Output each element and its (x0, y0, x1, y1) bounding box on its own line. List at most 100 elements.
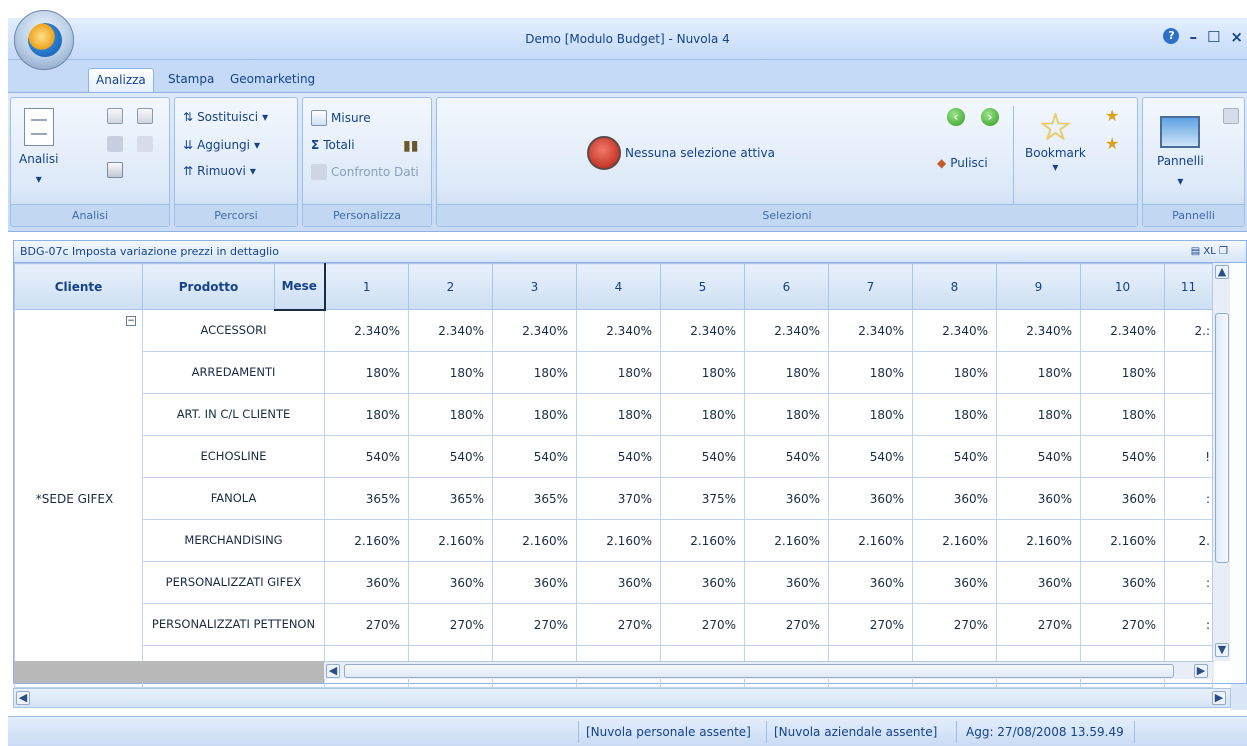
header-month-2[interactable]: 2 (408, 263, 493, 310)
header-month-5[interactable]: 5 (660, 263, 745, 310)
value-cell[interactable]: 360% (828, 561, 913, 604)
tab-analizza[interactable]: Analizza (88, 68, 154, 93)
horizontal-scroll-thumb[interactable] (344, 664, 1174, 678)
value-cell[interactable]: 360% (576, 561, 661, 604)
header-month-1[interactable]: 1 (324, 263, 409, 310)
value-cell[interactable]: 2.340% (912, 309, 997, 352)
value-cell[interactable]: 365% (408, 477, 493, 520)
manage-bookmark-icon[interactable]: ★ (1105, 134, 1119, 153)
value-cell[interactable]: 180% (324, 351, 409, 394)
pannelli-button[interactable]: Pannelli ▾ (1157, 116, 1204, 188)
scroll-left-icon[interactable]: ◀ (326, 664, 340, 678)
value-cell[interactable]: 2.340% (828, 309, 913, 352)
header-mese[interactable]: Mese (274, 263, 326, 311)
grid-horizontal-scrollbar[interactable]: ◀ ▶ (324, 661, 1214, 679)
value-cell[interactable]: 2.160% (1080, 519, 1165, 562)
value-cell[interactable]: 180% (828, 393, 913, 436)
value-cell[interactable]: 180% (744, 351, 829, 394)
outer-scroll-right-icon[interactable]: ▶ (1212, 691, 1226, 705)
value-cell[interactable]: 370% (576, 477, 661, 520)
value-cell[interactable]: 2.: (1164, 309, 1213, 352)
pulisci-button[interactable]: ◆ Pulisci (937, 156, 988, 170)
header-prodotto[interactable]: Prodotto (142, 263, 275, 310)
value-cell[interactable]: 180% (912, 393, 997, 436)
header-month-3[interactable]: 3 (492, 263, 577, 310)
tab-geomarketing[interactable]: Geomarketing (230, 72, 315, 86)
value-cell[interactable]: 360% (744, 477, 829, 520)
value-cell[interactable]: 2.340% (1080, 309, 1165, 352)
value-cell[interactable]: 180% (492, 393, 577, 436)
maximize-button[interactable]: ☐ (1207, 28, 1220, 46)
close-button[interactable]: × (1230, 28, 1243, 46)
value-cell[interactable]: 180% (660, 351, 745, 394)
grid-vertical-scrollbar[interactable]: ▲ ▼ (1212, 263, 1230, 661)
value-cell[interactable]: 180% (828, 351, 913, 394)
header-month-6[interactable]: 6 (744, 263, 829, 310)
scroll-right-icon[interactable]: ▶ (1194, 664, 1208, 678)
value-cell[interactable] (1164, 351, 1213, 394)
value-cell[interactable]: 2.160% (492, 519, 577, 562)
client-cell[interactable]: − *SEDE GIFEX (14, 309, 143, 688)
value-cell[interactable]: 270% (828, 603, 913, 646)
value-cell[interactable]: 180% (1080, 393, 1165, 436)
value-cell[interactable]: 2.160% (912, 519, 997, 562)
delete-doc-icon[interactable] (107, 108, 123, 124)
value-cell[interactable]: 2.340% (744, 309, 829, 352)
product-cell[interactable]: ART. IN C/L CLIENTE (142, 393, 325, 436)
value-cell[interactable]: 180% (324, 393, 409, 436)
analisi-button[interactable]: Analisi ▾ (19, 108, 58, 186)
back-arrow-icon[interactable]: ‹ (947, 108, 965, 126)
add-bookmark-icon[interactable]: ★ (1105, 106, 1119, 125)
value-cell[interactable]: 270% (744, 603, 829, 646)
header-month-11[interactable]: 11 (1164, 263, 1213, 310)
outer-horizontal-scrollbar[interactable]: ◀ ▶ (13, 688, 1231, 708)
totali-button[interactable]: Σ Totali (311, 138, 355, 152)
value-cell[interactable]: 180% (744, 393, 829, 436)
value-cell[interactable]: 2. (1164, 519, 1213, 562)
value-cell[interactable]: 365% (324, 477, 409, 520)
value-cell[interactable]: 270% (912, 603, 997, 646)
value-cell[interactable]: 180% (408, 351, 493, 394)
value-cell[interactable] (1164, 393, 1213, 436)
value-cell[interactable]: 540% (324, 435, 409, 478)
scroll-down-icon[interactable]: ▼ (1215, 643, 1229, 657)
aggiungi-button[interactable]: ⇊ Aggiungi ▾ (183, 138, 260, 152)
sostituisci-button[interactable]: ⇅ Sostituisci ▾ (183, 110, 268, 124)
value-cell[interactable]: 540% (660, 435, 745, 478)
rimuovi-button[interactable]: ⇈ Rimuovi ▾ (183, 164, 256, 178)
value-cell[interactable]: 360% (492, 561, 577, 604)
value-cell[interactable]: 2.340% (576, 309, 661, 352)
value-cell[interactable]: 180% (660, 393, 745, 436)
forward-arrow-icon[interactable]: › (981, 108, 999, 126)
value-cell[interactable]: 180% (912, 351, 997, 394)
value-cell[interactable]: 270% (576, 603, 661, 646)
value-cell[interactable]: 2.160% (324, 519, 409, 562)
product-cell[interactable]: FANOLA (142, 477, 325, 520)
value-cell[interactable]: ! (1164, 435, 1213, 478)
value-cell[interactable]: 270% (408, 603, 493, 646)
value-cell[interactable]: 2.160% (408, 519, 493, 562)
value-cell[interactable]: 540% (744, 435, 829, 478)
value-cell[interactable]: : (1164, 561, 1213, 604)
value-cell[interactable]: 180% (492, 351, 577, 394)
value-cell[interactable]: 270% (324, 603, 409, 646)
value-cell[interactable]: 540% (492, 435, 577, 478)
value-cell[interactable]: 360% (1080, 477, 1165, 520)
product-cell[interactable]: ACCESSORI (142, 309, 325, 352)
panel-settings-icon[interactable] (1223, 108, 1239, 124)
scroll-up-icon[interactable]: ▲ (1215, 265, 1229, 279)
value-cell[interactable]: 270% (996, 603, 1081, 646)
value-cell[interactable]: 270% (660, 603, 745, 646)
value-cell[interactable]: 360% (744, 561, 829, 604)
product-cell[interactable]: MERCHANDISING (142, 519, 325, 562)
value-cell[interactable]: 540% (912, 435, 997, 478)
value-cell[interactable]: 180% (996, 393, 1081, 436)
value-cell[interactable]: 365% (492, 477, 577, 520)
header-month-7[interactable]: 7 (828, 263, 913, 310)
grid-title-icons[interactable]: ▤ XL ❐ (1191, 241, 1228, 263)
value-cell[interactable]: 2.160% (828, 519, 913, 562)
header-month-9[interactable]: 9 (996, 263, 1081, 310)
copy-doc-icon[interactable] (137, 108, 153, 124)
product-cell[interactable]: PERSONALIZZATI PETTENON (142, 603, 325, 646)
value-cell[interactable]: : (1164, 477, 1213, 520)
